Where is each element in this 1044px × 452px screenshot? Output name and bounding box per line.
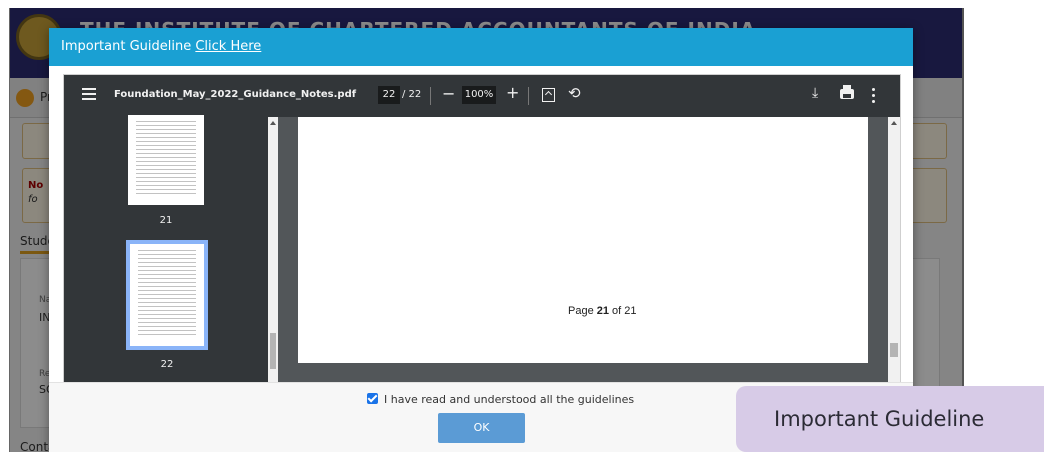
rotate-icon[interactable]: ⟲ (568, 84, 581, 102)
main-scrollbar[interactable] (888, 117, 900, 399)
screen: THE INSTITUTE OF CHARTERED ACCOUNTANTS O… (0, 0, 1044, 452)
agree-checkbox[interactable] (367, 393, 378, 404)
page-thumbnail-selected[interactable] (126, 240, 208, 350)
zoom-in-button[interactable]: + (506, 83, 519, 102)
download-icon[interactable]: ⤓ (812, 85, 818, 101)
pdf-viewer: Foundation_May_2022_Guidance_Notes.pdf 2… (63, 74, 901, 399)
caption-tag: Important Guideline (736, 386, 1044, 452)
modal-header: Important Guideline Click Here (49, 28, 913, 66)
page-number-input[interactable]: 22 (378, 86, 400, 104)
zoom-level-input[interactable]: 100% (462, 86, 496, 104)
print-icon[interactable] (840, 85, 854, 99)
thumbnail-sidebar: 21 22 (64, 115, 278, 399)
thumbnail-number: 22 (160, 359, 174, 370)
menu-icon[interactable] (82, 88, 98, 102)
page-thumbnail[interactable] (128, 115, 204, 205)
agree-row[interactable]: I have read and understood all the guide… (367, 393, 634, 406)
ok-button[interactable]: OK (438, 413, 525, 443)
pdf-page: Page 21 of 21 (298, 117, 868, 363)
click-here-link[interactable]: Click Here (195, 39, 261, 54)
sidebar-scrollbar[interactable] (268, 117, 278, 399)
scroll-up-arrow-icon[interactable] (891, 121, 897, 125)
pdf-toolbar: Foundation_May_2022_Guidance_Notes.pdf 2… (64, 75, 900, 117)
toolbar-divider (528, 87, 529, 105)
fit-page-icon[interactable] (542, 88, 555, 102)
more-options-icon[interactable] (872, 88, 876, 104)
scroll-thumb[interactable] (270, 333, 276, 369)
page-footer-text: Page 21 of 21 (568, 305, 637, 317)
agree-label: I have read and understood all the guide… (384, 393, 635, 406)
toolbar-divider (430, 87, 431, 105)
modal-title: Important Guideline (61, 39, 196, 54)
zoom-out-button[interactable]: − (442, 84, 455, 103)
scroll-thumb[interactable] (890, 343, 898, 357)
pdf-page-area: Page 21 of 21 (278, 117, 900, 399)
thumbnail-number: 21 (159, 215, 173, 226)
page-total: / 22 (402, 89, 422, 100)
scroll-up-arrow-icon[interactable] (270, 121, 276, 125)
pdf-filename: Foundation_May_2022_Guidance_Notes.pdf (114, 89, 357, 100)
